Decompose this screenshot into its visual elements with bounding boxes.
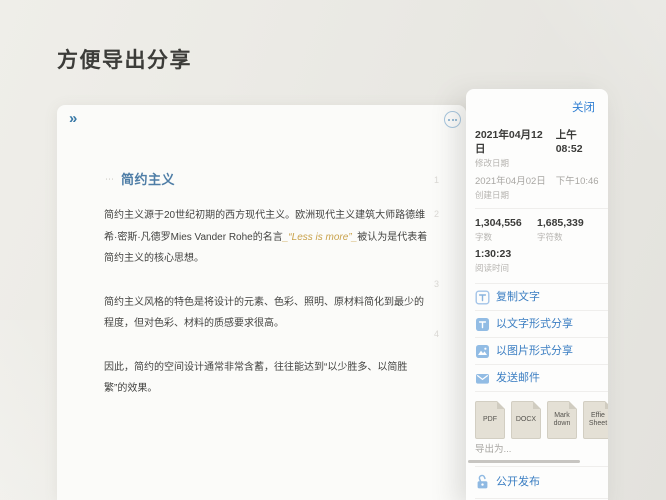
file-sheet-icon: DOCX — [516, 416, 536, 424]
word-count: 1,304,556 字数 — [475, 217, 537, 242]
export-effie-sheet-button[interactable]: Effie Sheet — [583, 401, 608, 439]
export-docx-button[interactable]: DOCX — [511, 401, 541, 439]
date-section: 2021年04月12日上午08:52 修改日期 2021年04月02日下午10:… — [466, 116, 608, 201]
note-paragraph: 简约主义源于20世纪初期的西方现代主义。欧洲现代主义建筑大师路德维希·密斯·凡德… — [104, 205, 430, 270]
horizontal-scrollbar[interactable] — [468, 460, 580, 463]
file-sheet-icon: Mark down — [554, 412, 571, 428]
created-date-label: 创建日期 — [475, 190, 599, 201]
copy-text-button[interactable]: 复制文字 — [466, 284, 608, 310]
export-as-label: 导出为... — [475, 444, 608, 456]
paragraph-number: 4 — [434, 329, 439, 339]
info-panel: 关闭 2021年04月12日上午08:52 修改日期 2021年04月02日下午… — [466, 89, 608, 500]
action-label: 以图片形式分享 — [496, 344, 573, 359]
share-as-text-button[interactable]: 以文字形式分享 — [466, 311, 608, 337]
created-date: 2021年04月02日下午10:46 — [475, 176, 599, 188]
modified-date-label: 修改日期 — [475, 158, 599, 169]
note-heading: 简约主义 — [121, 169, 175, 188]
document-card: » ⋯ 简约主义 简约主义源于20世纪初期的西方现代主义。欧洲现代主义建筑大师路… — [57, 105, 466, 500]
unlock-icon — [475, 474, 490, 490]
close-row: 关闭 — [466, 89, 608, 116]
paragraph-number: 3 — [434, 279, 439, 289]
close-button[interactable]: 关闭 — [572, 99, 595, 115]
reading-time: 1:30:23 阅读时间 — [466, 242, 608, 283]
modified-date: 2021年04月12日上午08:52 — [475, 128, 599, 156]
heading-markdown-marker: ⋯ — [105, 174, 114, 184]
send-mail-button[interactable]: 发送邮件 — [466, 365, 608, 391]
file-sheet-icon: PDF — [483, 416, 497, 424]
file-sheet-icon: Effie Sheet — [589, 412, 607, 428]
sidebar-toggle-icon[interactable]: » — [69, 110, 77, 128]
send-mail-icon — [475, 371, 490, 386]
note-paragraph: 因此，简约的空间设计通常非常含蓄，往往能达到“以少胜多、以简胜繁”的效果。 — [104, 357, 430, 400]
share-as-image-icon — [475, 344, 490, 359]
action-label: 发送邮件 — [496, 371, 540, 386]
export-section: PDF DOCX Mark down Effie Sheet 导出为... — [466, 392, 608, 463]
export-format-row: PDF DOCX Mark down Effie Sheet — [475, 401, 608, 439]
public-publish-button[interactable]: 公开发布 — [466, 467, 608, 498]
share-as-image-button[interactable]: 以图片形式分享 — [466, 338, 608, 364]
paragraph-number: 2 — [434, 209, 439, 219]
copy-text-icon — [475, 290, 490, 305]
export-markdown-button[interactable]: Mark down — [547, 401, 577, 439]
page-title: 方便导出分享 — [57, 44, 192, 74]
paragraph-number: 1 — [434, 175, 439, 185]
more-options-icon[interactable] — [444, 111, 461, 128]
share-as-text-icon — [475, 317, 490, 332]
action-label: 公开发布 — [496, 475, 540, 490]
stats-section: 1,304,556 字数 1,685,339 字符数 — [466, 209, 608, 242]
action-label: 复制文字 — [496, 290, 540, 305]
action-label: 以文字形式分享 — [496, 317, 573, 332]
note-paragraph: 简约主义风格的特色是将设计的元素、色彩、照明、原材料简化到最少的程度，但对色彩、… — [104, 292, 430, 335]
page-background: 方便导出分享 » ⋯ 简约主义 简约主义源于20世纪初期的西方现代主义。欧洲现代… — [0, 0, 666, 500]
char-count: 1,685,339 字符数 — [537, 217, 599, 242]
highlighted-quote: _“Less is more”_ — [283, 232, 357, 243]
note-heading-row: ⋯ 简约主义 — [105, 169, 430, 188]
export-pdf-button[interactable]: PDF — [475, 401, 505, 439]
note-editor[interactable]: ⋯ 简约主义 简约主义源于20世纪初期的西方现代主义。欧洲现代主义建筑大师路德维… — [104, 169, 430, 422]
